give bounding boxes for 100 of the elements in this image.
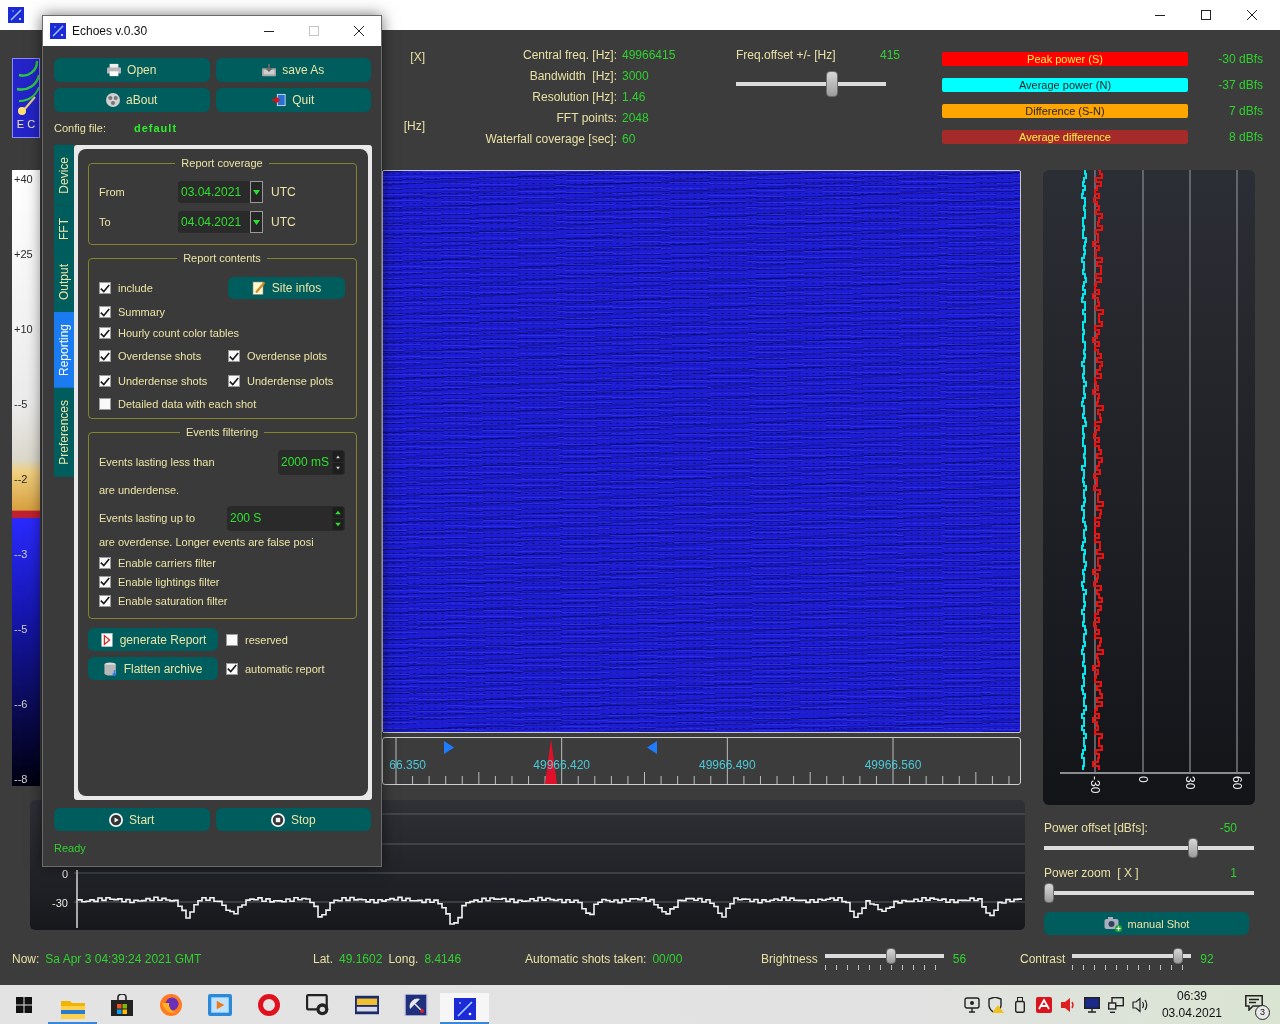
checkbox-label: automatic report [245,662,325,675]
minimize-icon[interactable] [263,30,274,32]
date-field[interactable]: 03.04.2021 [178,181,263,203]
stop-icon [270,812,285,827]
field-label: To [99,216,112,228]
volume-icon[interactable] [1131,996,1148,1013]
triangle-marker-icon[interactable] [647,741,657,754]
quit-button[interactable]: Quit [215,88,371,112]
open-button[interactable]: Open [54,58,210,82]
checkmark-icon [100,376,110,386]
webcam-icon[interactable] [963,996,980,1013]
manual-shot-button[interactable]: manual Shot [1044,912,1249,935]
caret-down-icon[interactable] [250,211,263,233]
monitor-icon[interactable] [1083,996,1100,1013]
generate-report-button[interactable]: generate Report [88,628,218,651]
site-infos-button[interactable]: Site infos [228,277,345,299]
status-text: Ready [54,841,86,856]
legend-reading: -37 dBfs [1218,78,1263,92]
printer-icon [107,63,122,77]
checkbox[interactable] [99,327,111,339]
chat-bubble-icon[interactable] [1245,994,1263,1011]
checkmark-icon [100,328,110,338]
checkbox[interactable] [99,575,111,588]
maximize-icon[interactable] [1201,10,1211,20]
network-icon[interactable] [1107,996,1124,1013]
triangle-marker-icon[interactable] [444,741,454,754]
slider-thumb[interactable] [1044,883,1054,903]
frequency-label: 49966.560 [864,758,922,772]
config-value: default [134,122,178,134]
slider-value: 92 [1200,952,1214,966]
tab[interactable]: Preferences [54,387,74,477]
caret-down-icon[interactable] [332,518,344,530]
minimize-icon[interactable] [1155,14,1165,16]
date-field[interactable]: 04.04.2021 [178,211,263,233]
start-button[interactable]: Start [54,808,210,831]
umbrella-badge-icon[interactable] [1035,996,1052,1013]
note-text: are underdense. [99,484,180,496]
status-label: Long. [388,952,419,966]
meteor-icon [8,7,24,23]
scale-label: --8 [14,772,29,786]
play-tile-icon [207,993,232,1016]
checkbox[interactable] [99,350,111,362]
slider-thumb[interactable] [885,948,896,964]
checkbox-label: Underdense shots [118,375,208,387]
tab[interactable]: Output [54,251,74,312]
slider-label: Contrast [1020,952,1066,966]
windows-logo-icon [16,996,32,1013]
checkbox[interactable] [99,306,111,318]
clock-time[interactable]: 06:39 [1176,987,1207,1005]
scale-label: +10 [14,322,34,336]
clock-date[interactable]: 03.04.2021 [1161,1004,1222,1022]
axis-label: -30 [1088,776,1102,794]
checkbox-label: Detailed data with each shot [118,398,257,410]
status-label: Now: [12,952,40,966]
save-as-button[interactable]: save As [215,58,371,82]
checkbox[interactable] [99,398,111,410]
parameter-label: Bandwidth [Hz]: [528,68,617,83]
flatten-archive-button[interactable]: Flatten archive [88,657,218,680]
about-button[interactable]: aBout [54,88,210,112]
checkbox[interactable] [226,633,238,646]
caret-up-icon[interactable] [332,450,344,462]
speaker-icon[interactable] [1059,996,1076,1013]
checkbox[interactable] [99,556,111,569]
spin-box[interactable]: 200 S [227,505,345,531]
tab[interactable]: FFT [54,205,74,252]
checkbox[interactable] [99,282,111,294]
taskbar-button[interactable] [440,993,489,1024]
checkbox-label: Summary [118,306,166,318]
checkbox[interactable] [99,594,111,607]
tab[interactable]: Device [54,145,74,206]
caret-up-icon[interactable] [332,506,344,518]
checkbox[interactable] [228,350,240,362]
stop-button[interactable]: Stop [215,808,371,831]
zone-label: UTC [271,215,296,229]
close-icon[interactable] [353,26,364,36]
tab[interactable]: Reporting [54,311,74,388]
slider-thumb[interactable] [1188,838,1198,858]
parameter-value: 1.46 [622,89,647,104]
caret-down-icon[interactable] [250,181,263,203]
status-value: 49.1602 [339,952,383,966]
zone-label: UTC [271,185,296,199]
checkbox[interactable] [226,662,238,675]
checkbox[interactable] [99,375,111,387]
control-value: -50 [1219,821,1237,835]
meteor-icon [452,997,477,1020]
caret-down-icon[interactable] [332,462,344,474]
pdf-document-icon [99,632,114,647]
close-icon[interactable] [1247,10,1257,20]
legend-label: Peak power (S) [942,52,1188,66]
legend-reading: -30 dBfs [1218,52,1263,66]
slider-thumb[interactable] [825,71,838,97]
spin-box[interactable]: 2000 mS [278,449,345,475]
checkbox-label: Hourly count color tables [118,327,240,339]
slider-thumb[interactable] [1172,948,1183,964]
status-label: Lat. [313,952,333,966]
slider-label: Brightness [761,952,818,966]
checkbox[interactable] [228,375,240,387]
note-text: are overdense. Longer events are false posi [99,536,314,548]
shield-warning-icon[interactable] [987,996,1004,1013]
parameter-value: 60 [622,131,637,146]
